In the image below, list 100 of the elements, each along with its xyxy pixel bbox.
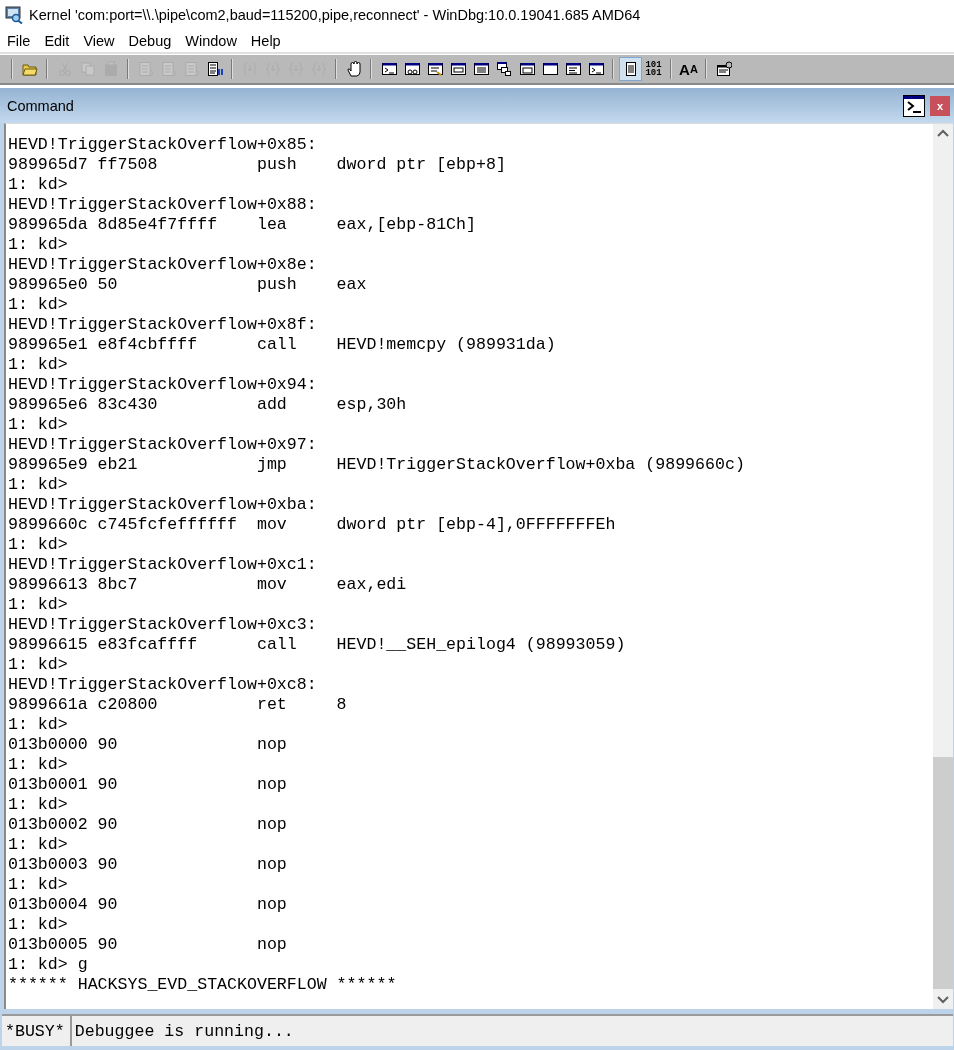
output-line: 1: kd>: [8, 875, 68, 895]
operands-text: eax: [336, 275, 367, 294]
output-line: HEVD!TriggerStackOverflow+0x94:: [8, 375, 317, 395]
opcode-bytes: 50: [97, 275, 118, 294]
output-line: 1: kd>: [8, 415, 68, 435]
menu-item[interactable]: Help: [244, 33, 287, 49]
busy-indicator: *BUSY*: [2, 1016, 72, 1046]
pane-title: Command: [7, 97, 75, 114]
operands-text: eax,edi: [336, 575, 407, 594]
address-text: 989965da: [8, 215, 88, 234]
mnemonic-text: jmp: [256, 455, 287, 474]
address-text: 9899661a: [8, 695, 88, 714]
operands-text: HEVD!TriggerStackOverflow+0xba (9899660c): [336, 455, 745, 474]
address-text: 013b0003: [8, 855, 88, 874]
mnemonic-text: nop: [256, 895, 287, 914]
opcode-bytes: c20800: [97, 695, 158, 714]
output-line: HEVD!TriggerStackOverflow+0xba:: [8, 495, 317, 515]
address-text: 989965d7: [8, 155, 88, 174]
folder-icon: [21, 61, 38, 77]
output-line: HEVD!TriggerStackOverflow+0x8f:: [8, 315, 317, 335]
menu-item[interactable]: Window: [179, 33, 243, 49]
menu-item[interactable]: Debug: [122, 33, 178, 49]
mnemonic-text: add: [256, 395, 287, 414]
mnemonic-text: call: [256, 635, 297, 654]
toolbar-button[interactable]: [619, 57, 642, 81]
mnemonic-text: mov: [256, 575, 287, 594]
output-line: HEVD!TriggerStackOverflow+0x85:: [8, 135, 317, 155]
output-line: 1: kd>: [8, 475, 68, 495]
output-line: 1: kd>: [8, 235, 68, 255]
copy-icon: [79, 61, 96, 77]
document-icon: [160, 61, 177, 77]
window-icon: [518, 61, 535, 77]
output-line: HEVD!TriggerStackOverflow+0x88:: [8, 195, 317, 215]
address-text: 98996615: [8, 635, 88, 654]
opcode-bytes: ff7508: [97, 155, 158, 174]
app-icon: [5, 6, 23, 24]
window-icon: [449, 61, 466, 77]
opcode-bytes: 90: [97, 815, 118, 834]
hex-mode-button[interactable]: 101 101: [642, 57, 665, 81]
hand-icon: [345, 61, 362, 77]
output-line: 1: kd>: [8, 595, 68, 615]
list-window-icon: [472, 61, 489, 77]
output-line: HEVD!TriggerStackOverflow+0x8e:: [8, 255, 317, 275]
mnemonic-text: nop: [256, 935, 287, 954]
prompt-window-icon: [380, 61, 397, 77]
prompt-window-icon: [587, 61, 604, 77]
mnemonic-text: nop: [256, 775, 287, 794]
opcode-bytes: 90: [97, 775, 118, 794]
output-line: 1: kd>: [8, 755, 68, 775]
output-line: ****** HACKSYS_EVD_STACKOVERFLOW ******: [8, 975, 397, 995]
mnemonic-text: lea: [256, 215, 287, 234]
opcode-bytes: 8bc7: [97, 575, 138, 594]
prompt-window-icon: [904, 95, 924, 116]
output-line: 1: kd> g: [8, 955, 88, 975]
operands-text: 8: [336, 695, 347, 714]
output-line: HEVD!TriggerStackOverflow+0xc1:: [8, 555, 317, 575]
document-pause-icon: [206, 61, 223, 77]
close-button[interactable]: x: [930, 95, 950, 116]
output-line: 1: kd>: [8, 715, 68, 735]
menu-item[interactable]: File: [1, 33, 37, 49]
command-input[interactable]: Debuggee is running...: [71, 1016, 953, 1046]
mnemonic-text: call: [256, 335, 297, 354]
opcode-bytes: e83fcaffff: [97, 635, 198, 654]
address-text: 989965e0: [8, 275, 88, 294]
mnemonic-text: nop: [256, 815, 287, 834]
output-line: 1: kd>: [8, 295, 68, 315]
menu-item[interactable]: View: [77, 33, 121, 49]
operands-text: esp,30h: [336, 395, 407, 414]
output-line: 1: kd>: [8, 175, 68, 195]
address-text: 989965e9: [8, 455, 88, 474]
mnemonic-text: push: [256, 275, 297, 294]
mnemonic-text: push: [256, 155, 297, 174]
output-line: HEVD!TriggerStackOverflow+0xc3:: [8, 615, 317, 635]
window-icon: [426, 61, 443, 77]
address-text: 013b0002: [8, 815, 88, 834]
opcode-bytes: eb21: [97, 455, 138, 474]
output-line: HEVD!TriggerStackOverflow+0x97:: [8, 435, 317, 455]
document-icon: [183, 61, 200, 77]
operands-text: HEVD!memcpy (989931da): [336, 335, 556, 354]
command-window-button[interactable]: [903, 94, 925, 117]
mnemonic-text: nop: [256, 855, 287, 874]
glasses-window-icon: [403, 61, 420, 77]
mnemonic-text: ret: [256, 695, 287, 714]
opcode-bytes: 90: [97, 935, 118, 954]
scrollbar-thumb[interactable]: [933, 757, 953, 989]
settings-icon: [715, 61, 732, 77]
mnemonic-text: nop: [256, 735, 287, 754]
address-text: 013b0001: [8, 775, 88, 794]
address-text: 989965e6: [8, 395, 88, 414]
menu-item[interactable]: Edit: [38, 33, 76, 49]
opcode-bytes: 90: [97, 735, 118, 754]
operands-text: eax,[ebp-81Ch]: [336, 215, 476, 234]
output-line: 1: kd>: [8, 355, 68, 375]
operands-text: HEVD!__SEH_epilog4 (98993059): [336, 635, 626, 654]
opcode-bytes: 83c430: [97, 395, 158, 414]
address-text: 989965e1: [8, 335, 88, 354]
address-text: 98996613: [8, 575, 88, 594]
output-line: 1: kd>: [8, 795, 68, 815]
list-window-icon: [564, 61, 581, 77]
address-text: 013b0005: [8, 935, 88, 954]
